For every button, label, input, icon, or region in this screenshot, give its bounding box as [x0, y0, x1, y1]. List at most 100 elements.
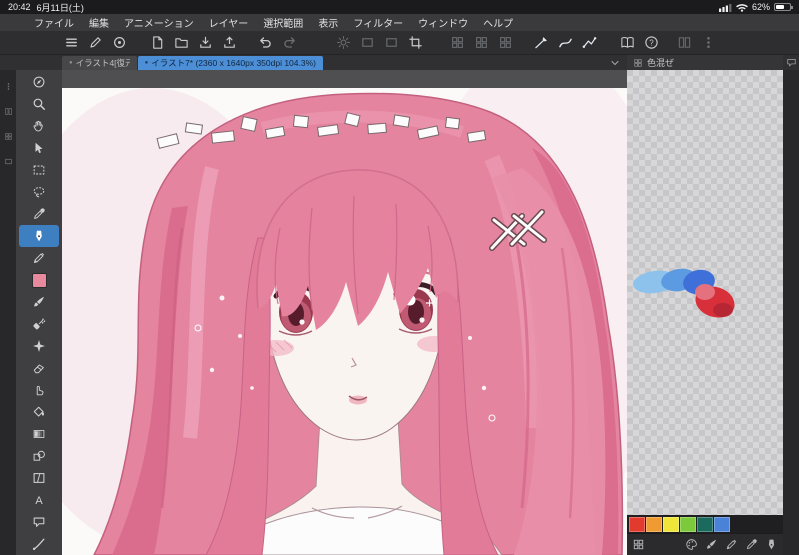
cursor-icon [32, 141, 46, 155]
swatch-grid-icon[interactable] [632, 538, 645, 551]
tab-illust7[interactable]: イラスト7* (2360 x 1640px 350dpi 104.3%) [137, 56, 323, 70]
brightness-icon[interactable] [336, 35, 351, 50]
grid-icon-3[interactable] [498, 35, 513, 50]
bounds-icon[interactable] [360, 35, 375, 50]
figure-tool[interactable] [19, 445, 59, 467]
cellular-icon [718, 3, 732, 12]
tab-illust4[interactable]: イラスト4[復元] [62, 56, 137, 70]
edge-grid-icon[interactable] [4, 132, 13, 141]
pen-icon[interactable] [765, 538, 778, 551]
eyedropper-icon [32, 207, 46, 221]
hand-tool[interactable] [19, 115, 59, 137]
canvas-illustration[interactable] [62, 88, 627, 555]
open-folder-icon[interactable] [174, 35, 189, 50]
menu-edit[interactable]: 編集 [89, 15, 109, 30]
menu-filter[interactable]: フィルター [353, 15, 403, 30]
line-tool-icon[interactable] [534, 35, 549, 50]
eraser-icon [32, 361, 46, 375]
pen-icon [32, 229, 46, 243]
canvas-area [62, 70, 627, 555]
edit-pen-icon[interactable] [88, 35, 103, 50]
pencil-tool[interactable] [19, 247, 59, 269]
command-toolbar [0, 31, 799, 55]
decoration-tool[interactable] [19, 335, 59, 357]
undo-icon[interactable] [258, 35, 273, 50]
menu-selection[interactable]: 選択範囲 [263, 15, 303, 30]
color-mix-panel-header[interactable]: 色混ぜ [627, 55, 783, 70]
menu-view[interactable]: 表示 [318, 15, 338, 30]
brush-icon[interactable] [705, 538, 718, 551]
color-swatch [31, 272, 47, 288]
clock: 20:42 [8, 2, 31, 12]
export-icon[interactable] [222, 35, 237, 50]
balloon-tool[interactable] [19, 511, 59, 533]
finger-icon [32, 383, 46, 397]
airbrush-tool[interactable] [19, 313, 59, 335]
battery-percent: 62% [751, 2, 770, 12]
chevron-down-icon[interactable] [609, 57, 621, 69]
new-file-icon[interactable] [150, 35, 165, 50]
reference-book-icon[interactable] [620, 35, 635, 50]
swatch-orange[interactable] [646, 516, 662, 532]
menu-window[interactable]: ウィンドウ [418, 15, 468, 30]
swatch-green[interactable] [680, 516, 696, 532]
pen-tool[interactable] [19, 225, 59, 247]
curve-tool-icon[interactable] [558, 35, 573, 50]
object-tool[interactable] [19, 137, 59, 159]
line-correction-tool[interactable] [19, 533, 59, 555]
current-color-swatch[interactable] [19, 269, 59, 291]
swatch-teal[interactable] [697, 516, 713, 532]
mesh-icon[interactable] [384, 35, 399, 50]
import-icon[interactable] [198, 35, 213, 50]
edge-rect-icon[interactable] [4, 157, 13, 166]
gradient-tool[interactable] [19, 423, 59, 445]
text-icon [32, 493, 46, 507]
chat-bubble-icon[interactable] [786, 57, 797, 68]
grid-icon-2[interactable] [474, 35, 489, 50]
fill-tool[interactable] [19, 401, 59, 423]
menu-bar: ファイル 編集 アニメーション レイヤー 選択範囲 表示 フィルター ウィンドウ… [0, 14, 799, 31]
menu-layer[interactable]: レイヤー [209, 15, 249, 30]
figure-icon [32, 449, 46, 463]
spark-icon [32, 339, 46, 353]
text-tool[interactable] [19, 489, 59, 511]
eyedropper-tool[interactable] [19, 203, 59, 225]
pencil-icon [32, 251, 46, 265]
marquee-tool[interactable] [19, 159, 59, 181]
tab-label: イラスト7* (2360 x 1640px 350dpi 104.3%) [151, 58, 316, 68]
panel-columns-icon[interactable] [677, 35, 692, 50]
wifi-icon [736, 3, 748, 12]
overflow-icon[interactable] [701, 35, 716, 50]
panel-title: 色混ぜ [647, 58, 675, 68]
crop-icon[interactable] [408, 35, 423, 50]
edge-columns-icon[interactable] [4, 107, 13, 116]
record-circle-icon[interactable] [112, 35, 127, 50]
edge-dots-icon[interactable] [4, 82, 13, 91]
airbrush-icon [32, 317, 46, 331]
swatch-red[interactable] [629, 516, 645, 532]
operation-tool[interactable] [19, 71, 59, 93]
pencil-icon[interactable] [725, 538, 738, 551]
help-icon[interactable] [644, 35, 659, 50]
menu-icon[interactable] [64, 35, 79, 50]
eraser-tool[interactable] [19, 357, 59, 379]
color-mix-body [627, 70, 783, 515]
menu-file[interactable]: ファイル [34, 15, 74, 30]
menu-animation[interactable]: アニメーション [124, 15, 194, 30]
menu-help[interactable]: ヘルプ [483, 15, 513, 30]
zoom-tool[interactable] [19, 93, 59, 115]
tab-bar: イラスト4[復元] イラスト7* (2360 x 1640px 350dpi 1… [0, 55, 799, 70]
palette-icon[interactable] [685, 538, 698, 551]
polyline-tool-icon[interactable] [582, 35, 597, 50]
grid-icon-1[interactable] [450, 35, 465, 50]
frame-tool[interactable] [19, 467, 59, 489]
brush-tool[interactable] [19, 291, 59, 313]
eyedropper-icon[interactable] [745, 538, 758, 551]
redo-icon[interactable] [282, 35, 297, 50]
blend-tool[interactable] [19, 379, 59, 401]
swatch-yellow[interactable] [663, 516, 679, 532]
swatch-blue[interactable] [714, 516, 730, 532]
color-mix-canvas[interactable] [627, 70, 783, 515]
lasso-tool[interactable] [19, 181, 59, 203]
hand-icon [32, 119, 46, 133]
